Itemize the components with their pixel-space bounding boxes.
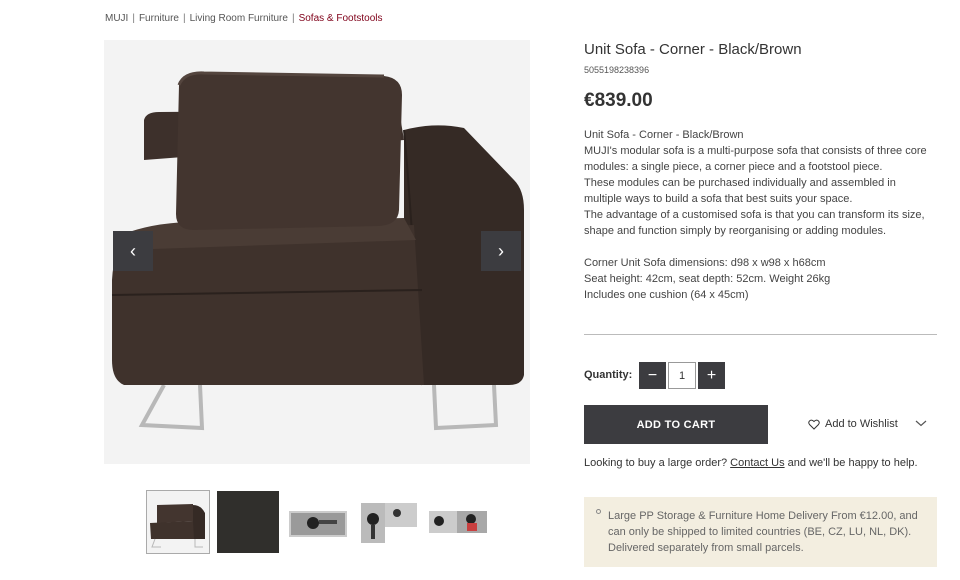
add-to-cart-button[interactable]: ADD TO CART (584, 405, 768, 444)
top-view-image (429, 511, 487, 533)
contact-us-link[interactable]: Contact Us (730, 457, 784, 469)
description-line: Includes one cushion (64 x 45cm) (584, 289, 749, 301)
heart-icon (808, 419, 820, 430)
thumbnail-top-view-2[interactable] (356, 490, 420, 554)
thumbnail-top-view-3[interactable] (426, 490, 490, 554)
quantity-input[interactable] (668, 362, 696, 389)
thumbnail-fabric[interactable] (216, 490, 280, 554)
top-view-image (361, 503, 417, 543)
delivery-notice-text: Large PP Storage & Furniture Home Delive… (608, 510, 918, 554)
minus-icon: − (647, 366, 658, 384)
plus-icon: + (706, 366, 717, 384)
large-order-text: Looking to buy a large order? Contact Us… (584, 457, 918, 469)
thumbnail-sofa-front[interactable] (146, 490, 210, 554)
top-view-image (289, 511, 347, 537)
description-line: MUJI's modular sofa is a multi-purpose s… (584, 145, 927, 173)
sofa-thumbnail-image (147, 491, 209, 553)
breadcrumb-separator: | (132, 13, 135, 24)
product-sku: 5055198238396 (584, 65, 650, 75)
delivery-notice: Large PP Storage & Furniture Home Delive… (584, 497, 937, 567)
gallery-next-button[interactable]: › (481, 231, 521, 271)
quantity-decrease-button[interactable]: − (639, 362, 666, 389)
description-line: Seat height: 42cm, seat depth: 52cm. Wei… (584, 273, 831, 285)
product-image-gallery: ‹ › (104, 40, 530, 464)
divider (584, 334, 937, 335)
fabric-swatch-image (217, 491, 279, 553)
quantity-increase-button[interactable]: + (698, 362, 725, 389)
description-line: Corner Unit Sofa dimensions: d98 x w98 x… (584, 257, 826, 269)
breadcrumb-link-muji[interactable]: MUJI (105, 13, 128, 24)
breadcrumb-separator: | (291, 13, 295, 24)
quantity-label: Quantity: (584, 369, 633, 381)
large-order-suffix: and we'll be happy to help. (787, 457, 918, 469)
sofa-product-image (104, 40, 530, 464)
description-line: These modules can be purchased individua… (584, 177, 896, 205)
breadcrumb-link-living-room[interactable]: Living Room Furniture (190, 13, 288, 24)
thumbnail-top-view-1[interactable] (286, 490, 350, 554)
product-description: Unit Sofa - Corner - Black/Brown MUJI's … (584, 127, 934, 303)
breadcrumb-link-furniture[interactable]: Furniture (139, 13, 179, 24)
large-order-prefix: Looking to buy a large order? (584, 457, 728, 469)
chevron-right-icon: › (498, 240, 504, 261)
breadcrumb-separator: | (182, 13, 186, 24)
gallery-prev-button[interactable]: ‹ (113, 231, 153, 271)
description-line: Unit Sofa - Corner - Black/Brown (584, 129, 744, 141)
description-line: The advantage of a customised sofa is th… (584, 209, 925, 237)
wishlist-label: Add to Wishlist (825, 418, 898, 430)
breadcrumb-link-sofas[interactable]: Sofas & Footstools (299, 13, 383, 24)
chevron-left-icon: ‹ (130, 240, 136, 261)
breadcrumb: MUJI | Furniture | Living Room Furniture | Sof… (105, 13, 383, 24)
add-to-wishlist-button[interactable]: Add to Wishlist (808, 418, 898, 430)
chevron-down-icon[interactable] (914, 416, 928, 430)
bullet-icon (596, 509, 601, 514)
product-title: Unit Sofa - Corner - Black/Brown (584, 41, 802, 58)
thumbnail-strip (146, 490, 490, 554)
product-price: €839.00 (584, 90, 653, 111)
